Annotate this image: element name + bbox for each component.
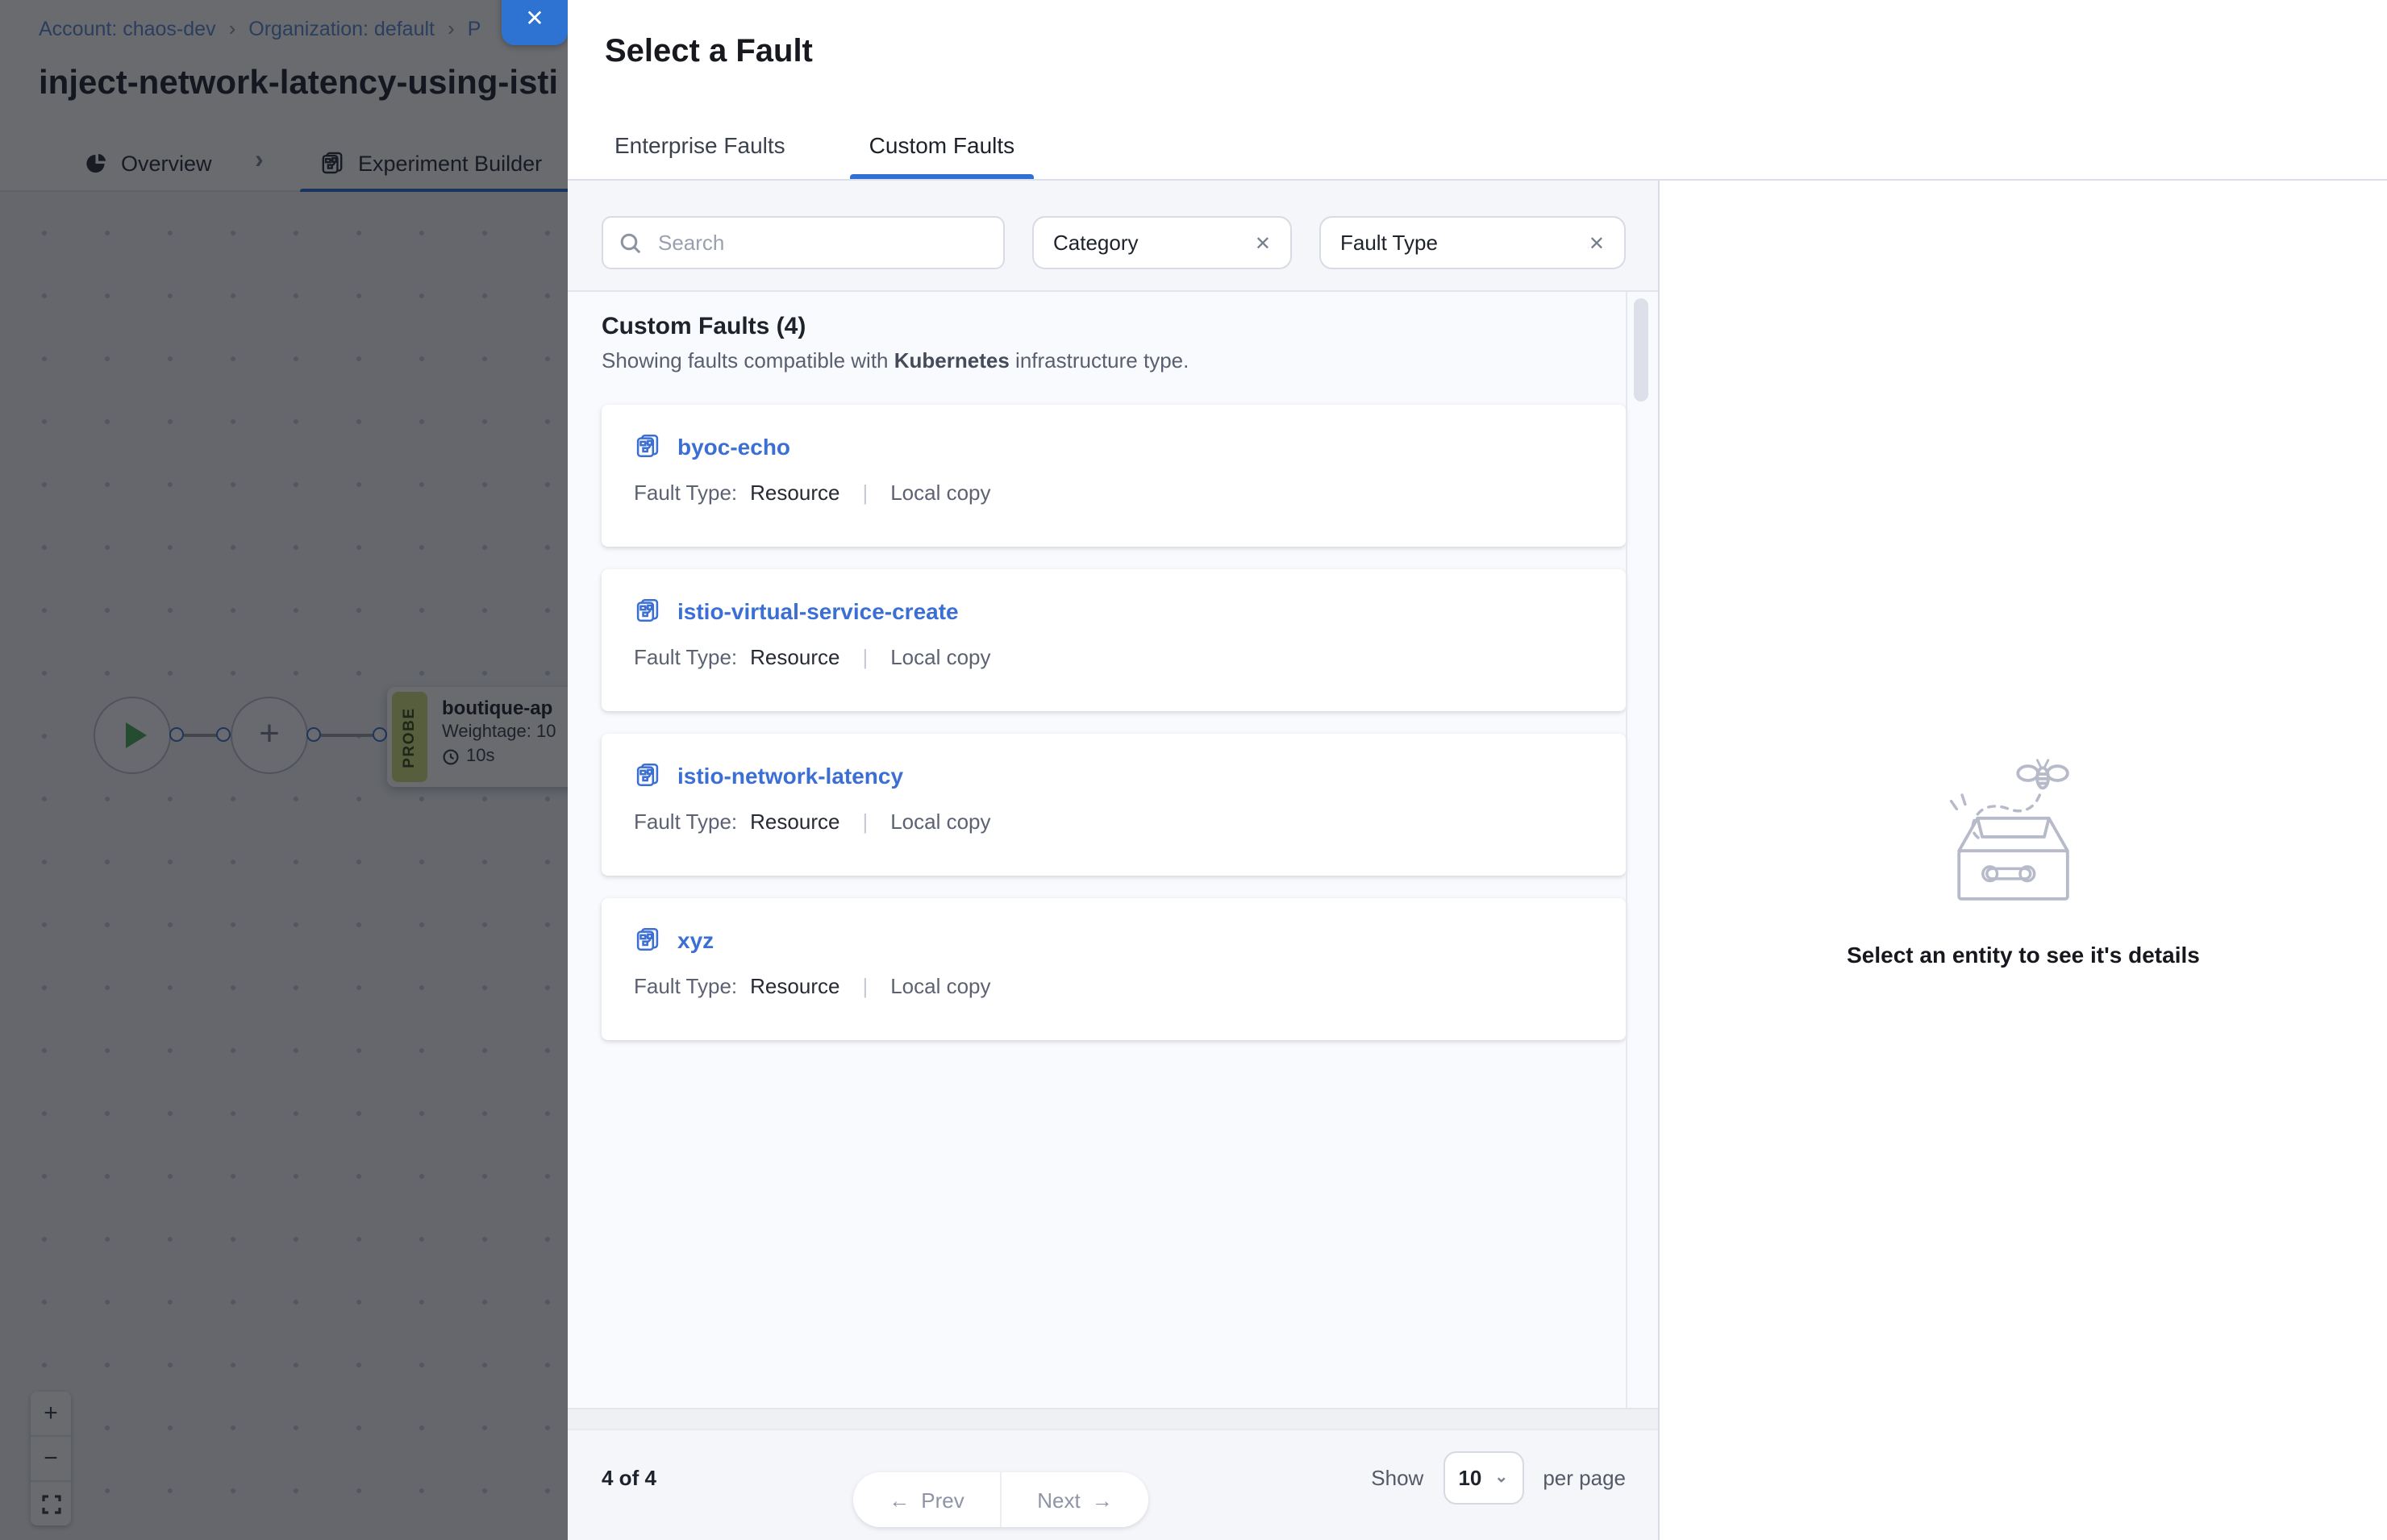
clear-fault-type-icon[interactable]: ✕ (1573, 231, 1605, 254)
search-icon (619, 231, 642, 254)
details-panel: Select an entity to see it's details (1660, 181, 2387, 1540)
meta-divider: | (852, 481, 877, 505)
meta-divider: | (852, 810, 877, 834)
prev-arrow-icon: ← (889, 1488, 910, 1512)
chevron-down-icon: ⌄ (1494, 1468, 1508, 1486)
fault-type-label: Fault Type: (634, 645, 737, 669)
fault-type-value: Resource (750, 481, 839, 505)
results-heading: Custom Faults (4) (602, 311, 1626, 343)
results-subtitle: Showing faults compatible with Kubernete… (602, 347, 1626, 376)
filter-row: Category ✕ Fault Type ✕ (568, 181, 1658, 290)
fault-card[interactable]: xyz Fault Type: Resource | Local copy (602, 898, 1626, 1040)
fault-card[interactable]: byoc-echo Fault Type: Resource | Local c… (602, 405, 1626, 547)
custom-fault-icon (634, 597, 661, 624)
fault-type-filter[interactable]: Fault Type ✕ (1319, 216, 1626, 269)
drawer-tabs: Enterprise Faults Custom Faults (605, 132, 1024, 179)
next-arrow-icon: → (1092, 1488, 1113, 1512)
local-copy-label: Local copy (890, 481, 990, 505)
fault-meta: Fault Type: Resource | Local copy (634, 645, 1593, 669)
fault-name-link[interactable]: istio-virtual-service-create (677, 597, 959, 623)
fault-type-label: Fault Type: (634, 481, 737, 505)
search-input[interactable] (655, 229, 987, 256)
prev-page-button[interactable]: ← Prev (853, 1472, 1000, 1527)
per-page-label: per page (1543, 1465, 1626, 1489)
custom-fault-icon (634, 432, 661, 460)
local-copy-label: Local copy (890, 810, 990, 834)
page-size-select[interactable]: 10 ⌄ (1443, 1451, 1523, 1504)
fault-results: Custom Faults (4) Showing faults compati… (568, 290, 1658, 1408)
local-copy-label: Local copy (890, 645, 990, 669)
fault-type-label: Fault Type: (634, 974, 737, 998)
fault-type-label: Fault Type: (634, 810, 737, 834)
fault-type-value: Resource (750, 645, 839, 669)
screen: Account: chaos-dev › Organization: defau… (0, 0, 2387, 1540)
fault-type-value: Resource (750, 810, 839, 834)
local-copy-label: Local copy (890, 974, 990, 998)
tab-custom-faults[interactable]: Custom Faults (860, 132, 1025, 179)
fault-meta: Fault Type: Resource | Local copy (634, 810, 1593, 834)
custom-fault-icon (634, 761, 661, 789)
search-box (602, 216, 1005, 269)
drawer-title: Select a Fault (605, 34, 813, 71)
page-count: 4 of 4 (602, 1465, 656, 1489)
select-fault-drawer: Select a Fault Enterprise Faults Custom … (568, 0, 2387, 1540)
tab-enterprise-faults[interactable]: Enterprise Faults (605, 132, 795, 179)
scrollbar-thumb[interactable] (1634, 298, 1648, 402)
fault-meta: Fault Type: Resource | Local copy (634, 481, 1593, 505)
pagination: 4 of 4 ← Prev Next → Show (568, 1430, 1658, 1540)
drawer-close-button[interactable]: ✕ (502, 0, 568, 45)
fault-type-filter-label: Fault Type (1340, 231, 1438, 255)
category-filter[interactable]: Category ✕ (1032, 216, 1292, 269)
empty-state-text: Select an entity to see it's details (1847, 941, 2200, 967)
list-scrollbar[interactable] (1626, 292, 1658, 1408)
drawer-content: Category ✕ Fault Type ✕ Custom Faults (4… (568, 181, 2387, 1540)
fault-card[interactable]: istio-virtual-service-create Fault Type:… (602, 569, 1626, 711)
meta-divider: | (852, 974, 877, 998)
fault-name-link[interactable]: byoc-echo (677, 433, 790, 459)
drawer-header: Select a Fault Enterprise Faults Custom … (568, 0, 2387, 181)
page-size-group: Show 10 ⌄ per page (1371, 1451, 1626, 1504)
show-label: Show (1371, 1465, 1423, 1489)
fault-list-panel: Category ✕ Fault Type ✕ Custom Faults (4… (568, 181, 1658, 1540)
empty-inbox-illustration (1930, 754, 2117, 915)
next-page-button[interactable]: Next → (1002, 1472, 1148, 1527)
custom-fault-icon (634, 926, 661, 953)
clear-category-icon[interactable]: ✕ (1239, 231, 1271, 254)
fault-type-value: Resource (750, 974, 839, 998)
results-bottom-band (568, 1408, 1658, 1430)
fault-meta: Fault Type: Resource | Local copy (634, 974, 1593, 998)
category-filter-label: Category (1053, 231, 1139, 255)
fault-name-link[interactable]: xyz (677, 926, 714, 952)
pager: ← Prev Next → (853, 1472, 1148, 1527)
fault-card[interactable]: istio-network-latency Fault Type: Resour… (602, 734, 1626, 876)
fault-name-link[interactable]: istio-network-latency (677, 762, 903, 788)
fault-list: byoc-echo Fault Type: Resource | Local c… (602, 405, 1626, 1040)
meta-divider: | (852, 645, 877, 669)
